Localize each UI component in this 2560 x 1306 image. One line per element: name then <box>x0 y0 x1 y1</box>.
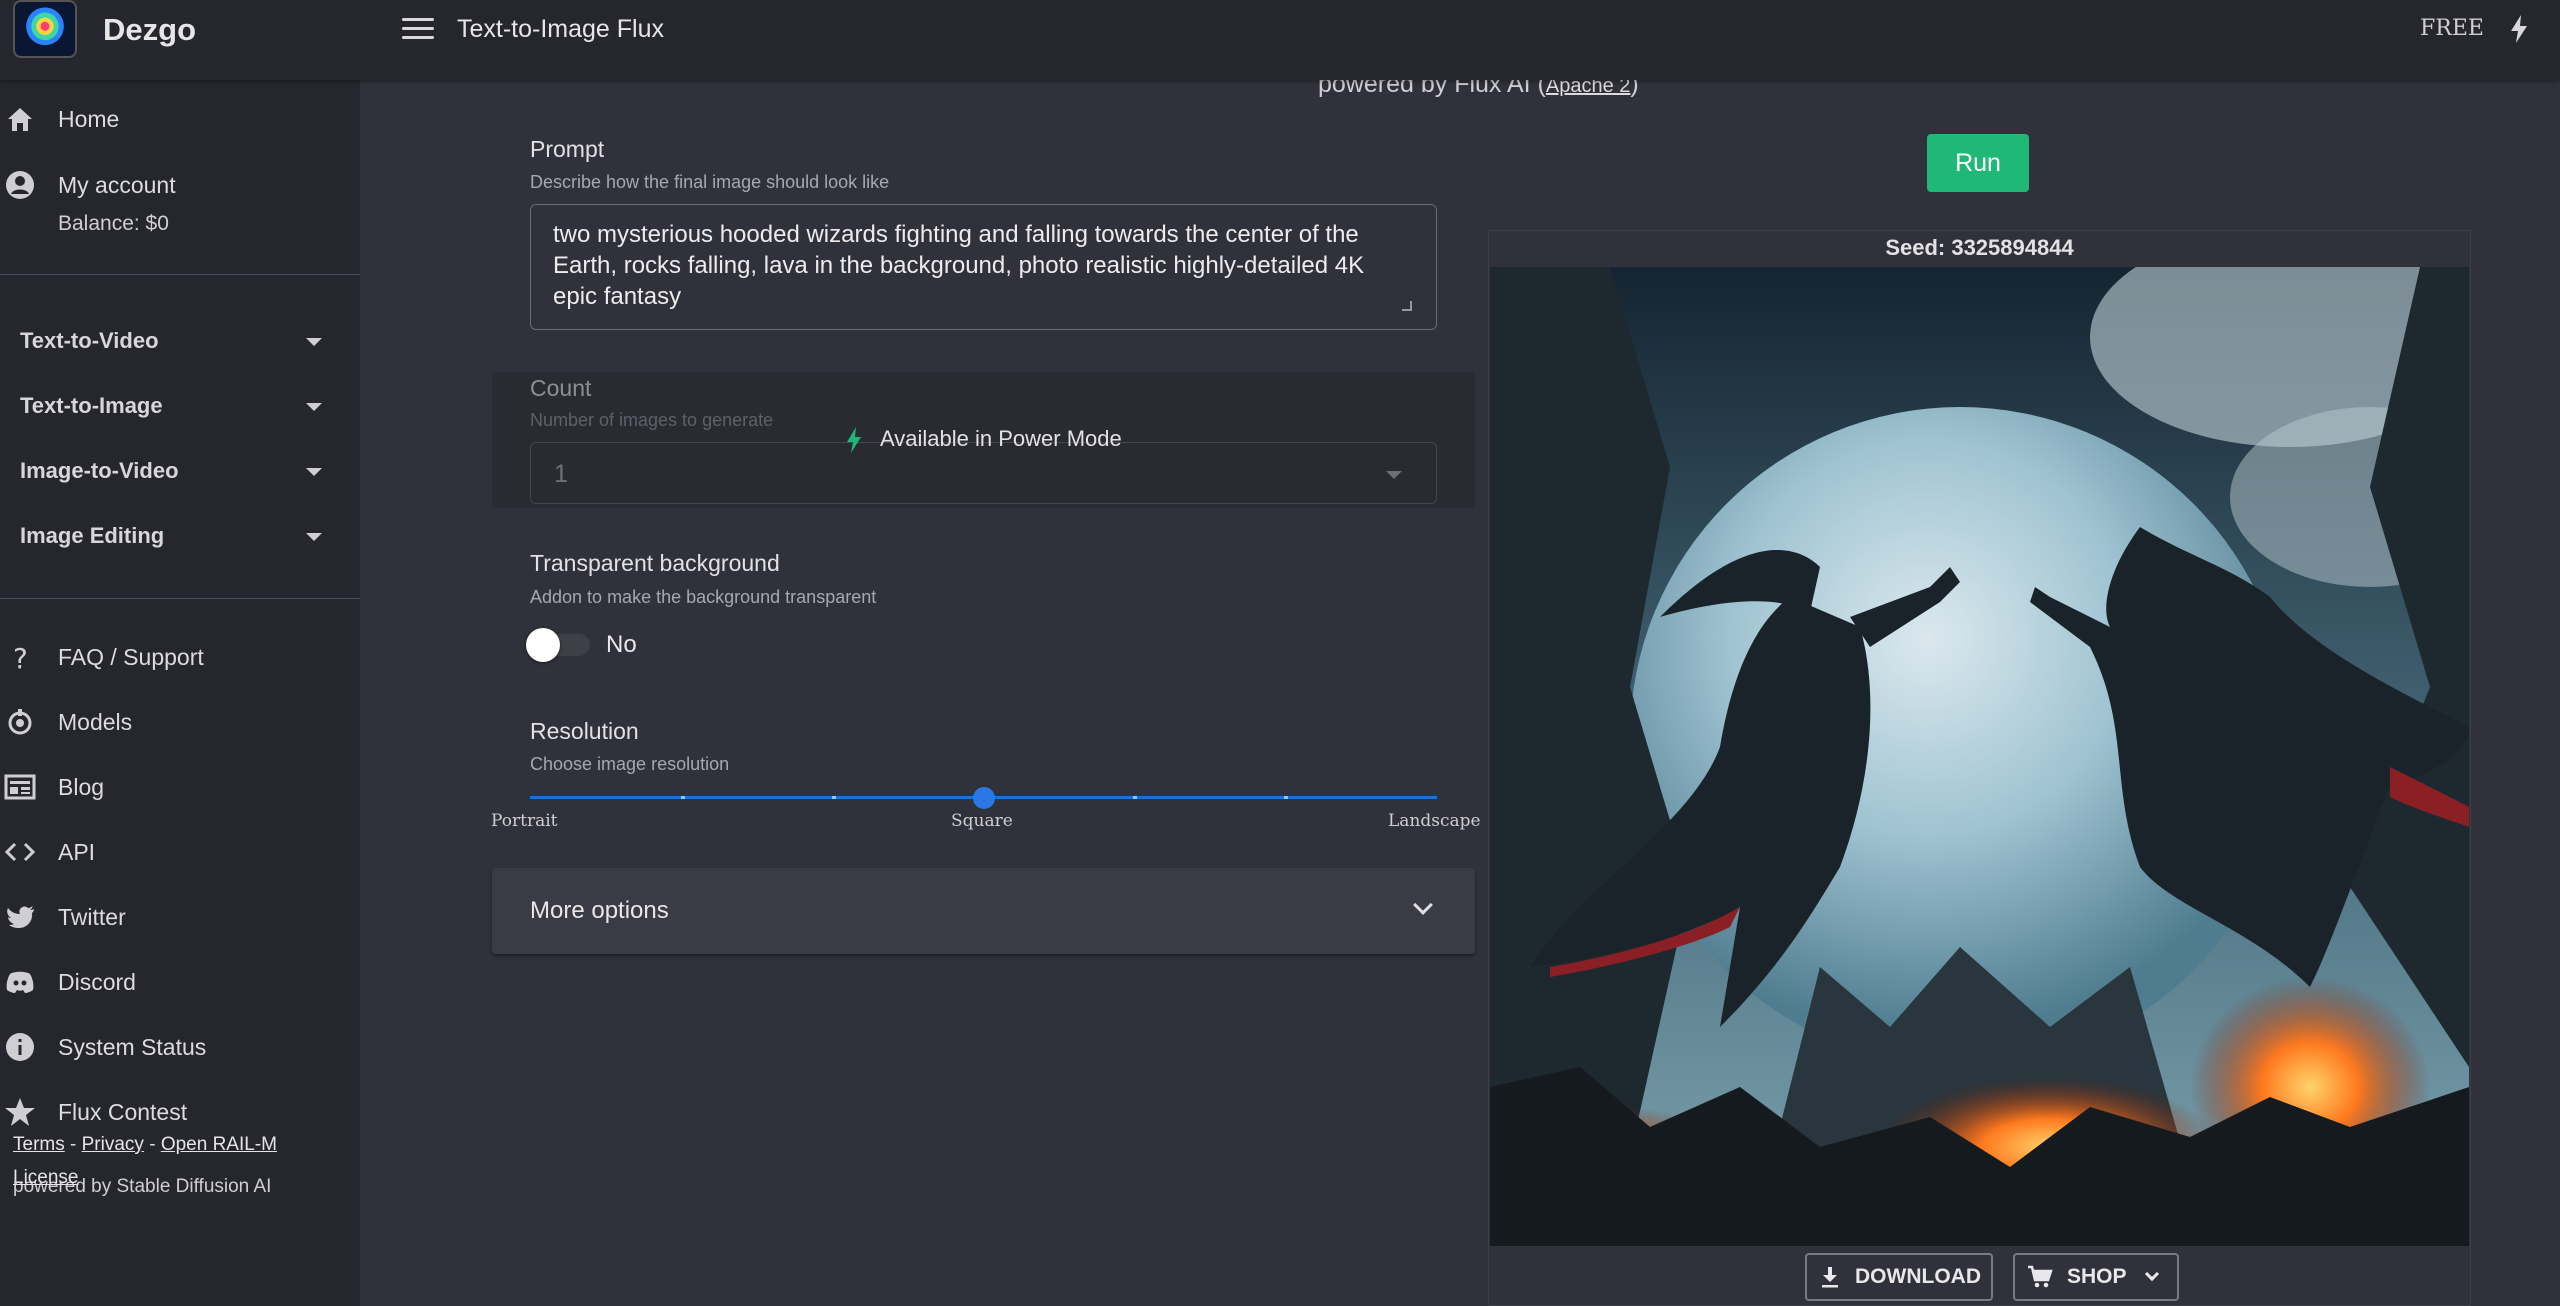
caret-down-icon <box>1386 471 1402 479</box>
toggle-knob[interactable] <box>526 628 560 662</box>
slider-step <box>1284 796 1288 799</box>
sidebar-item-blog[interactable]: Blog <box>0 762 360 812</box>
sidebar-item-faq[interactable]: ? FAQ / Support <box>0 632 360 682</box>
app-bar: Dezgo Text-to-Image Flux FREE <box>0 0 2560 80</box>
run-button[interactable]: Run <box>1927 134 2029 192</box>
slider-step <box>1133 796 1137 799</box>
account-balance: Balance: $0 <box>58 212 169 235</box>
sidebar: Home My account Balance: $0 Text-to-Vide… <box>0 80 360 1306</box>
home-icon <box>8 108 32 131</box>
sidebar-divider <box>0 598 360 599</box>
sidebar-item-label: Discord <box>58 968 136 995</box>
slider-step <box>832 796 836 799</box>
lightning-icon[interactable] <box>2508 14 2530 44</box>
prompt-text: two mysterious hooded wizards fighting a… <box>553 221 1365 310</box>
prompt-label: Prompt <box>530 136 605 162</box>
sidebar-item-label: My account <box>58 171 176 198</box>
prompt-textarea[interactable]: two mysterious hooded wizards fighting a… <box>530 204 1437 330</box>
seed-label: Seed: 3325894844 <box>1885 235 2074 260</box>
sidebar-item-label: System Status <box>58 1033 207 1060</box>
footer-links: Terms - Privacy - Open RAIL-M License <box>13 1128 343 1194</box>
power-mode-notice[interactable]: Available in Power Mode <box>880 426 1122 452</box>
page-title: Text-to-Image Flux <box>457 15 665 43</box>
resolution-label: Resolution <box>530 718 639 744</box>
count-label: Count <box>530 375 592 401</box>
sidebar-group-image-editing[interactable]: Image Editing <box>0 511 360 561</box>
sidebar-group-image-to-video[interactable]: Image-to-Video <box>0 446 360 496</box>
footer-separator: - <box>64 1134 82 1155</box>
footer-separator: - <box>143 1134 161 1155</box>
blog-icon <box>4 774 36 800</box>
sidebar-item-home[interactable]: Home <box>0 94 360 144</box>
sidebar-item-label: FAQ / Support <box>58 643 204 670</box>
prompt-helper: Describe how the final image should look… <box>530 172 890 192</box>
download-label: DOWNLOAD <box>1855 1265 1981 1288</box>
download-button[interactable]: DOWNLOAD <box>1805 1253 1993 1301</box>
sidebar-item-system-status[interactable]: System Status <box>0 1022 360 1072</box>
sidebar-group-text-to-video[interactable]: Text-to-Video <box>0 316 360 366</box>
plan-badge[interactable]: FREE <box>2420 16 2484 41</box>
sidebar-item-models[interactable]: Models <box>0 697 360 747</box>
count-helper: Number of images to generate <box>530 410 774 430</box>
sidebar-group-text-to-image[interactable]: Text-to-Image <box>0 381 360 431</box>
sidebar-item-label: API <box>58 838 96 865</box>
sidebar-group-label: Text-to-Image <box>20 393 163 418</box>
more-options-expander[interactable]: More options <box>492 868 1475 954</box>
count-value: 1 <box>554 460 568 488</box>
resolution-landscape-label: Landscape <box>1388 811 1481 831</box>
chevron-down-icon <box>1413 895 1433 915</box>
shop-button[interactable]: SHOP <box>2013 1253 2179 1301</box>
generated-image-artwork <box>1490 267 2469 1246</box>
transparent-helper: Addon to make the background transparent <box>530 587 877 607</box>
sidebar-group-label: Image Editing <box>20 523 165 548</box>
sidebar-divider <box>0 274 360 275</box>
sidebar-item-label: Twitter <box>58 903 126 930</box>
code-icon <box>4 842 36 862</box>
cart-icon <box>2028 1265 2053 1288</box>
caret-down-icon <box>306 468 322 476</box>
generated-image[interactable] <box>1490 267 2469 1246</box>
sidebar-item-my-account[interactable]: My account <box>0 160 360 210</box>
caret-down-icon <box>306 533 322 541</box>
caret-down-icon <box>306 403 322 411</box>
sidebar-group-label: Text-to-Video <box>20 328 159 353</box>
sidebar-item-label: Home <box>58 105 120 132</box>
resolution-slider-thumb[interactable] <box>972 787 995 809</box>
resolution-helper: Choose image resolution <box>530 754 730 774</box>
resolution-portrait-label: Portrait <box>491 811 558 831</box>
info-icon <box>6 1033 34 1061</box>
more-options-label: More options <box>530 897 669 924</box>
chevron-down-icon <box>2144 1266 2159 1282</box>
sidebar-item-api[interactable]: API <box>0 827 360 877</box>
resolution-square-label: Square <box>951 811 1013 831</box>
twitter-icon <box>7 906 34 928</box>
sidebar-item-label: Flux Contest <box>58 1098 188 1125</box>
question-icon: ? <box>13 642 28 673</box>
sidebar-item-label: Blog <box>58 773 105 800</box>
menu-icon[interactable] <box>402 18 434 42</box>
privacy-link[interactable]: Privacy <box>82 1134 144 1155</box>
discord-icon <box>6 971 34 993</box>
star-icon <box>5 1098 35 1126</box>
sidebar-item-label: Models <box>58 708 133 735</box>
transparent-value: No <box>606 631 637 658</box>
sidebar-item-discord[interactable]: Discord <box>0 957 360 1007</box>
sidebar-group-label: Image-to-Video <box>20 458 179 483</box>
brand-name[interactable]: Dezgo <box>103 12 196 48</box>
models-icon <box>8 709 32 735</box>
download-icon <box>1822 1267 1838 1288</box>
sidebar-item-twitter[interactable]: Twitter <box>0 892 360 942</box>
resize-handle-icon[interactable] <box>1402 301 1412 311</box>
power-mode-lightning-icon <box>847 427 861 453</box>
caret-down-icon <box>306 338 322 346</box>
account-icon <box>6 171 34 199</box>
shop-label: SHOP <box>2067 1265 2127 1288</box>
slider-step <box>681 796 685 799</box>
transparent-label: Transparent background <box>530 550 780 576</box>
svg-text:?: ? <box>13 642 28 673</box>
dezgo-logo-icon[interactable] <box>13 0 77 58</box>
terms-link[interactable]: Terms <box>13 1134 65 1155</box>
